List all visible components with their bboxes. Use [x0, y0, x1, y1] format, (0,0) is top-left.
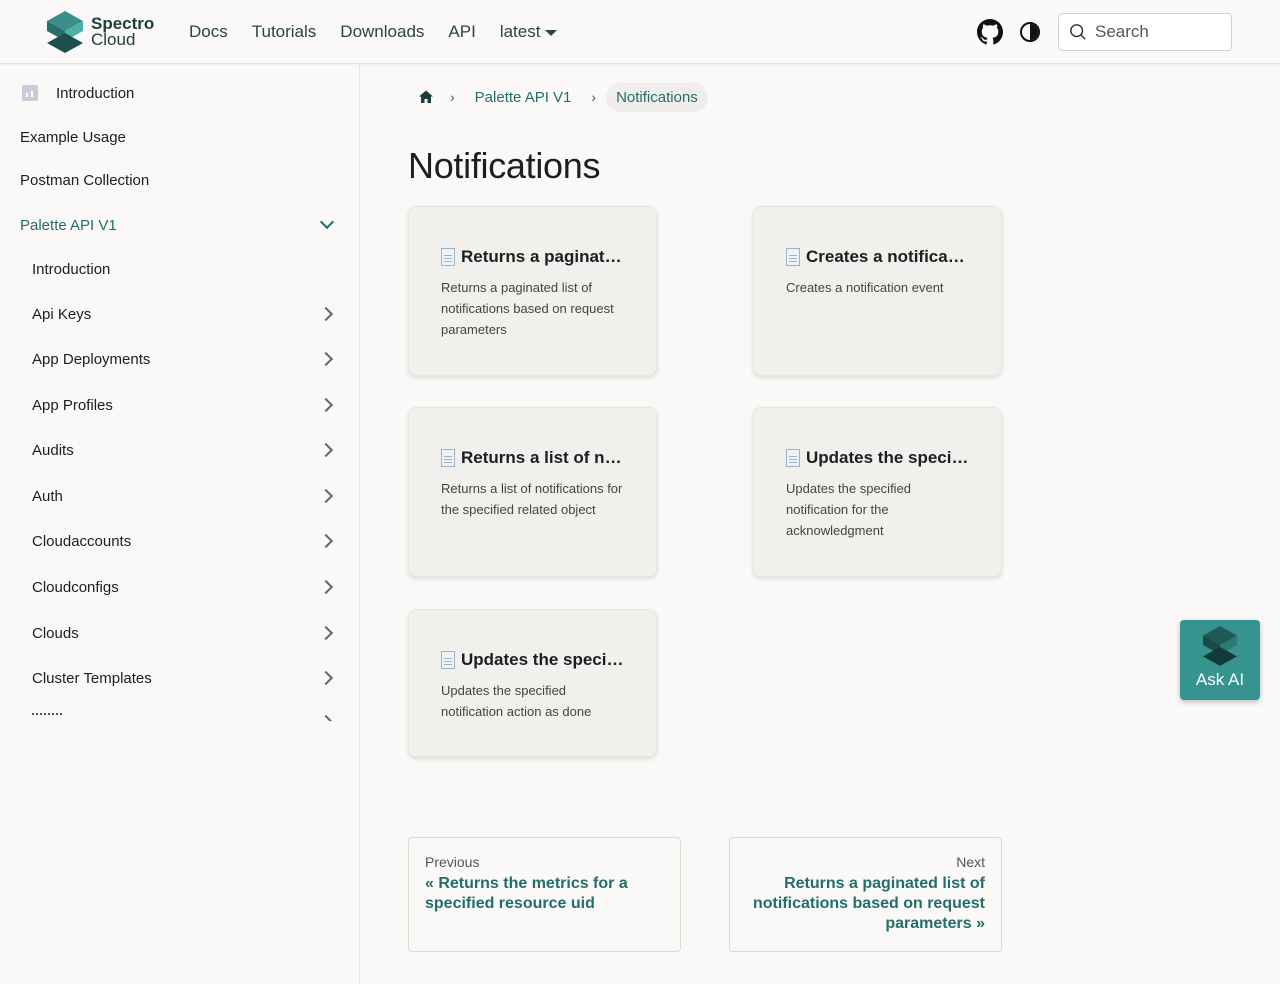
ask-ai-button[interactable]: Ask AI — [1180, 620, 1260, 700]
chevron-right-icon — [318, 714, 334, 721]
breadcrumb: › Palette API V1 › Notifications — [408, 80, 708, 114]
sidebar-item-app-profiles[interactable]: App Profiles — [0, 385, 359, 425]
card-notification-action-done[interactable]: Updates the specified notification actio… — [408, 609, 657, 757]
chevron-right-icon[interactable] — [318, 670, 334, 686]
chevron-right-icon[interactable] — [318, 442, 334, 458]
ask-ai-logo-icon — [1203, 626, 1237, 666]
breadcrumb-separator-icon: › — [591, 89, 597, 105]
sidebar-item-label: Introduction — [32, 260, 111, 278]
sidebar-item-label: Palette API V1 — [20, 216, 117, 234]
pager-next-label: Returns a paginated list of notification… — [752, 875, 985, 932]
card-description: Returns a paginated list of notification… — [441, 280, 614, 337]
sidebar-item-cloudaccounts[interactable]: Cloudaccounts — [0, 521, 359, 561]
sidebar-item-label: App Profiles — [32, 396, 113, 414]
sidebar-item-v1-introduction[interactable]: Introduction — [0, 249, 359, 289]
chevron-right-icon[interactable] — [318, 533, 334, 549]
card-create-notification[interactable]: Creates a notification event Creates a n… — [753, 206, 1002, 376]
sidebar-item-app-deployments[interactable]: App Deployments — [0, 339, 359, 379]
sidebar-overflow-fade — [0, 701, 359, 721]
search-input[interactable] — [1095, 22, 1215, 42]
top-navbar: Spectro Cloud Docs Tutorials Downloads A… — [0, 0, 1280, 64]
card-title: Updates the specified notification for t… — [806, 448, 969, 467]
sidebar-item-label: Clouds — [32, 624, 79, 642]
card-description: Updates the specified notification for t… — [786, 481, 912, 538]
nav-link-downloads[interactable]: Downloads — [340, 20, 424, 44]
search-icon — [1070, 24, 1086, 40]
card-description: Creates a notification event — [786, 280, 944, 295]
card-description: Returns a list of notifications for the … — [441, 481, 623, 517]
chevron-right-icon[interactable] — [318, 488, 334, 504]
sidebar-item-api-keys[interactable]: Api Keys — [0, 294, 359, 334]
sidebar-item-cloudconfigs[interactable]: Cloudconfigs — [0, 567, 359, 607]
sidebar-item-audits[interactable]: Audits — [0, 430, 359, 470]
nav-links: Docs Tutorials Downloads API latest — [189, 20, 558, 44]
chevron-right-icon[interactable] — [318, 579, 334, 595]
card-acknowledge-notification[interactable]: Updates the specified notification for t… — [753, 407, 1002, 577]
home-icon[interactable] — [418, 89, 434, 105]
card-title: Returns a paginated list of notification… — [461, 247, 624, 266]
card-title: Updates the specified notification actio… — [461, 650, 624, 669]
ask-ai-label: Ask AI — [1195, 670, 1245, 689]
pager-next-sublabel: Next — [956, 854, 985, 870]
version-dropdown[interactable]: latest — [500, 20, 558, 44]
chevron-right-icon[interactable] — [318, 351, 334, 367]
sidebar-item-auth[interactable]: Auth — [0, 476, 359, 516]
card-list-related-notifications[interactable]: Returns a list of notifications for the … — [408, 407, 657, 577]
chevron-right-icon[interactable] — [318, 306, 334, 322]
sidebar-item-label: Cloudaccounts — [32, 532, 132, 550]
breadcrumb-notifications: Notifications — [606, 82, 708, 112]
sidebar-item-label: Introduction — [56, 84, 135, 102]
breadcrumb-separator-icon: › — [450, 89, 455, 105]
sidebar-item-label: Cloudconfigs — [32, 578, 119, 596]
spectro-cloud-logo[interactable]: Spectro Cloud — [47, 11, 154, 53]
sidebar-item-label: App Deployments — [32, 350, 151, 368]
nav-link-tutorials[interactable]: Tutorials — [252, 20, 317, 44]
chevron-right-icon[interactable] — [318, 397, 334, 413]
sidebar-item-palette-api-v1[interactable]: Palette API V1 — [0, 205, 359, 245]
search-box[interactable] — [1058, 13, 1232, 51]
sidebar-item-label: Example Usage — [20, 128, 126, 146]
theme-toggle-icon[interactable] — [1020, 22, 1040, 42]
sidebar-item-example-usage[interactable]: Example Usage — [0, 117, 359, 157]
pager-next[interactable]: Next Returns a paginated list of notific… — [729, 837, 1002, 952]
pager-previous-label: « Returns the metrics for a specified re… — [425, 875, 628, 912]
sidebar-item-label: Postman Collection — [20, 171, 150, 189]
document-icon — [786, 449, 800, 467]
spectro-cloud-logo-icon — [47, 11, 83, 53]
card-description: Updates the specified notification actio… — [441, 683, 592, 719]
card-list-notifications[interactable]: Returns a paginated list of notification… — [408, 206, 657, 376]
github-icon[interactable] — [977, 19, 1003, 45]
sidebar-item-introduction[interactable]: Introduction — [0, 73, 359, 113]
nav-link-docs[interactable]: Docs — [189, 20, 228, 44]
document-icon — [441, 449, 455, 467]
sidebar-item-label: Audits — [32, 441, 74, 459]
nav-link-api[interactable]: API — [448, 20, 475, 44]
sidebar-item-postman-collection[interactable]: Postman Collection — [0, 160, 359, 200]
sidebar-item-label: Api Keys — [32, 305, 92, 323]
api-doc-icon — [22, 85, 38, 101]
sidebar-item-clouds[interactable]: Clouds — [0, 613, 359, 653]
document-icon — [441, 248, 455, 266]
card-title: Returns a list of notifications for the … — [461, 448, 624, 467]
page-title: Notifications — [408, 145, 601, 186]
pager-previous[interactable]: Previous « Returns the metrics for a spe… — [408, 837, 681, 952]
sidebar-item-cluster-templates[interactable]: Cluster Templates — [0, 658, 359, 698]
breadcrumb-palette-api-v1[interactable]: Palette API V1 — [465, 83, 582, 112]
caret-down-icon — [545, 30, 558, 36]
pager-previous-sublabel: Previous — [425, 854, 480, 870]
sidebar-item-label: Cluster Templates — [32, 669, 152, 687]
chevron-down-icon[interactable] — [319, 214, 335, 230]
sidebar: Introduction Example Usage Postman Colle… — [0, 65, 360, 984]
version-dropdown-label: latest — [499, 22, 541, 41]
document-icon — [786, 248, 800, 266]
sidebar-item-label: Auth — [32, 487, 63, 505]
chevron-right-icon[interactable] — [318, 625, 334, 641]
logo-text-cloud: Cloud — [91, 30, 136, 49]
document-icon — [441, 651, 455, 669]
card-title: Creates a notification event — [806, 247, 969, 266]
